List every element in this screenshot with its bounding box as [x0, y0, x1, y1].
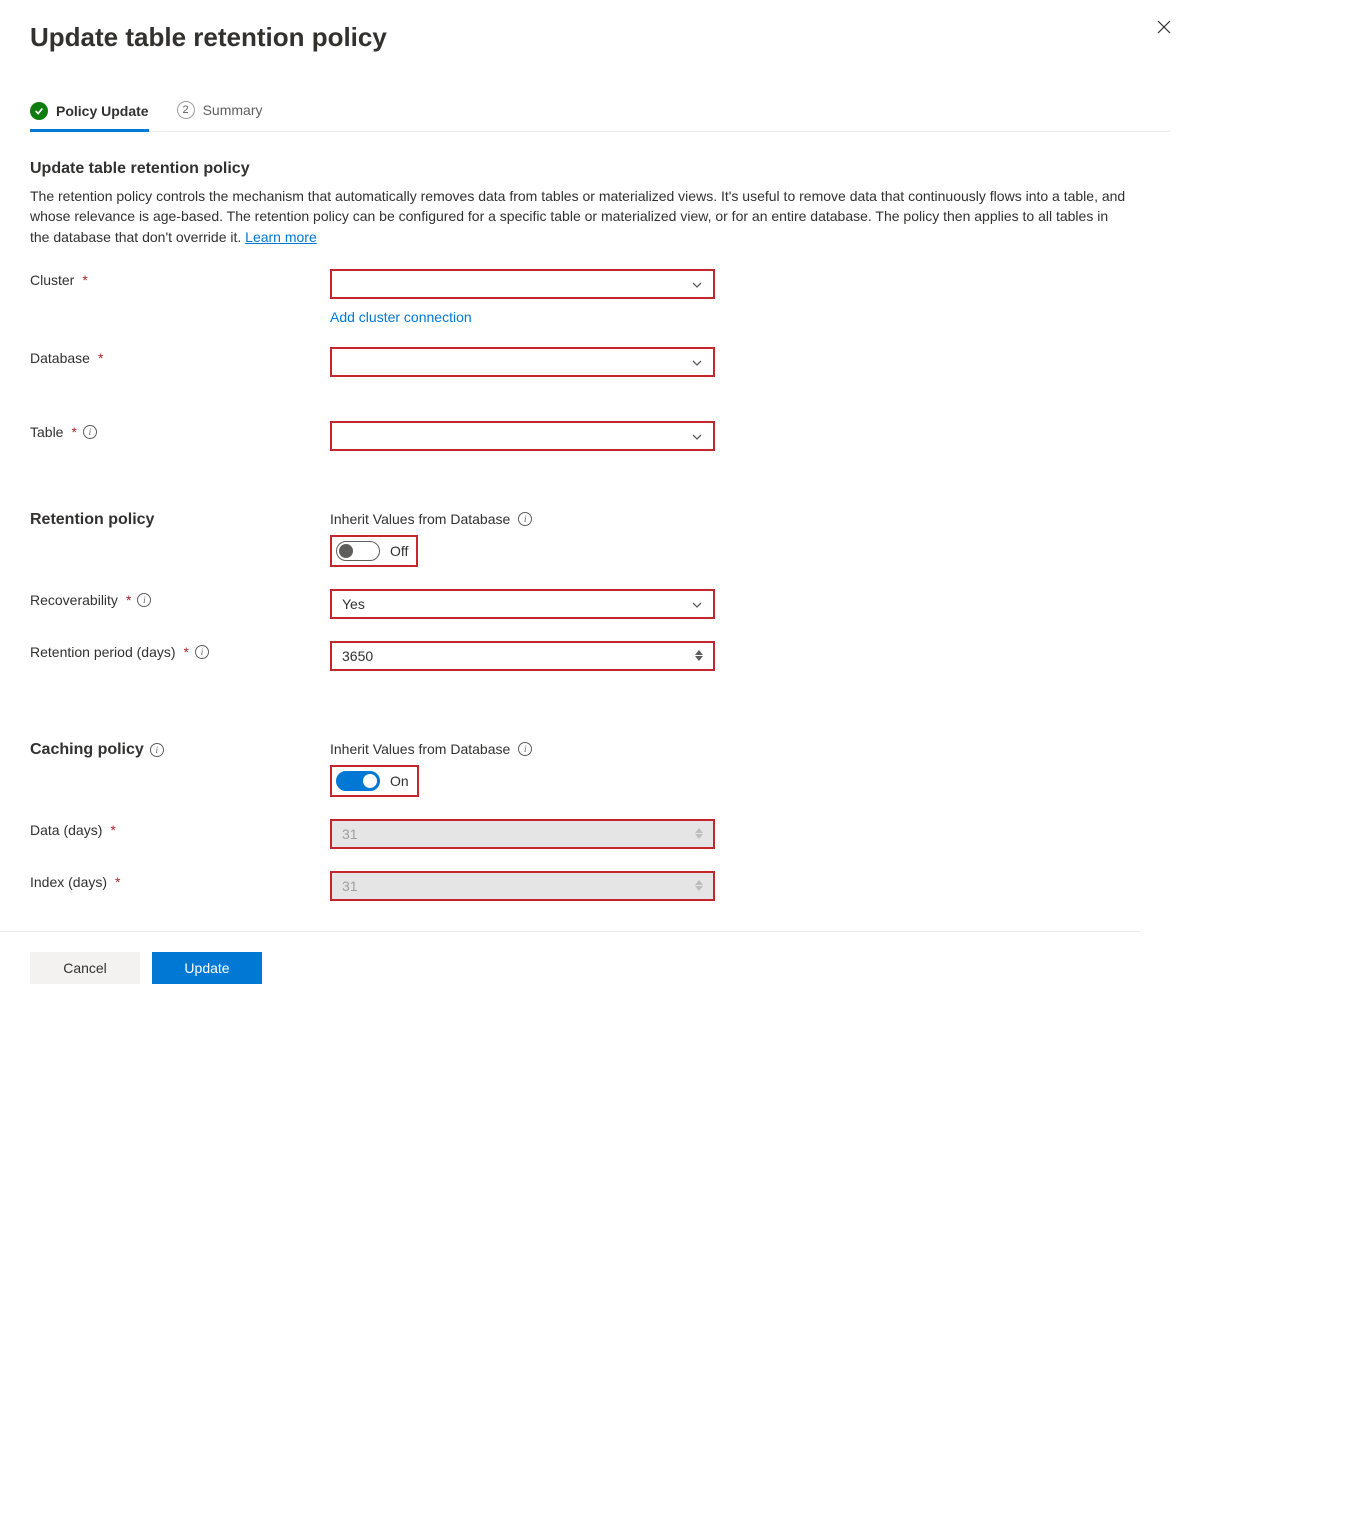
caching-inherit-toggle-wrap: On	[330, 765, 419, 797]
toggle-knob	[363, 774, 377, 788]
retention-inherit-toggle[interactable]	[336, 541, 380, 561]
cluster-dropdown[interactable]	[330, 269, 715, 299]
index-days-input: 31	[330, 871, 715, 901]
spinner-icon	[695, 880, 703, 891]
cancel-button[interactable]: Cancel	[30, 952, 140, 984]
tab-label: Summary	[203, 102, 263, 118]
close-button[interactable]	[1148, 12, 1180, 44]
intro-section: Update table retention policy The retent…	[30, 160, 1170, 247]
section-heading: Caching policy	[30, 741, 144, 759]
caching-section-label: Caching policy i	[30, 741, 330, 759]
retention-inherit-label: Inherit Values from Database i	[330, 511, 715, 527]
info-icon[interactable]: i	[150, 743, 164, 757]
chevron-down-icon	[691, 430, 703, 442]
data-days-value: 31	[342, 826, 358, 842]
intro-body: The retention policy controls the mechan…	[30, 188, 1125, 245]
table-label: Table * i	[30, 421, 330, 440]
recoverability-dropdown[interactable]: Yes	[330, 589, 715, 619]
toggle-state-text: Off	[390, 543, 408, 559]
page-title: Update table retention policy	[30, 22, 1170, 53]
label-text: Table	[30, 424, 63, 440]
label-text: Cluster	[30, 272, 74, 288]
row-table: Table * i	[30, 421, 1170, 451]
label-text: Index (days)	[30, 874, 107, 890]
required-mark: *	[184, 644, 189, 660]
wizard-tabs: Policy Update 2 Summary	[30, 101, 1170, 132]
required-mark: *	[115, 874, 120, 890]
info-icon[interactable]: i	[83, 425, 97, 439]
chevron-down-icon	[691, 598, 703, 610]
tab-label: Policy Update	[56, 103, 149, 119]
spinner-icon[interactable]	[695, 650, 703, 661]
close-icon	[1156, 19, 1172, 38]
row-retention-period: Retention period (days) * i 3650	[30, 641, 1170, 671]
cluster-label: Cluster *	[30, 269, 330, 288]
toggle-knob	[339, 544, 353, 558]
required-mark: *	[126, 592, 131, 608]
learn-more-link[interactable]: Learn more	[245, 229, 317, 245]
intro-title: Update table retention policy	[30, 160, 1170, 178]
intro-text: The retention policy controls the mechan…	[30, 186, 1130, 247]
retention-period-value: 3650	[342, 648, 373, 664]
row-data-days: Data (days) * 31	[30, 819, 1170, 849]
label-text: Database	[30, 350, 90, 366]
caching-inherit-label: Inherit Values from Database i	[330, 741, 715, 757]
info-icon[interactable]: i	[518, 512, 532, 526]
required-mark: *	[82, 272, 87, 288]
data-days-label: Data (days) *	[30, 819, 330, 838]
footer: Cancel Update	[0, 931, 1140, 1024]
index-days-value: 31	[342, 878, 358, 894]
tab-policy-update[interactable]: Policy Update	[30, 102, 149, 132]
chevron-down-icon	[691, 278, 703, 290]
database-label: Database *	[30, 347, 330, 366]
label-text: Recoverability	[30, 592, 118, 608]
retention-period-input[interactable]: 3650	[330, 641, 715, 671]
spinner-icon	[695, 828, 703, 839]
required-mark: *	[98, 350, 103, 366]
info-icon[interactable]: i	[195, 645, 209, 659]
retention-inherit-toggle-wrap: Off	[330, 535, 418, 567]
update-button[interactable]: Update	[152, 952, 262, 984]
label-text: Retention period (days)	[30, 644, 176, 660]
checkmark-icon	[30, 102, 48, 120]
row-retention-header: Retention policy Inherit Values from Dat…	[30, 511, 1170, 567]
section-heading: Retention policy	[30, 511, 154, 529]
required-mark: *	[110, 822, 115, 838]
row-index-days: Index (days) * 31	[30, 871, 1170, 901]
recoverability-label: Recoverability * i	[30, 589, 330, 608]
update-retention-panel: Update table retention policy Policy Upd…	[0, 0, 1200, 1024]
row-cluster: Cluster * Add cluster connection	[30, 269, 1170, 325]
label-text: Inherit Values from Database	[330, 511, 510, 527]
toggle-state-text: On	[390, 773, 409, 789]
row-database: Database *	[30, 347, 1170, 377]
caching-inherit-toggle[interactable]	[336, 771, 380, 791]
row-caching-header: Caching policy i Inherit Values from Dat…	[30, 741, 1170, 797]
recoverability-value: Yes	[342, 596, 365, 612]
label-text: Data (days)	[30, 822, 102, 838]
required-mark: *	[71, 424, 76, 440]
info-icon[interactable]: i	[518, 742, 532, 756]
index-days-label: Index (days) *	[30, 871, 330, 890]
info-icon[interactable]: i	[137, 593, 151, 607]
step-number-icon: 2	[177, 101, 195, 119]
retention-period-label: Retention period (days) * i	[30, 641, 330, 660]
table-dropdown[interactable]	[330, 421, 715, 451]
database-dropdown[interactable]	[330, 347, 715, 377]
label-text: Inherit Values from Database	[330, 741, 510, 757]
chevron-down-icon	[691, 356, 703, 368]
add-cluster-link[interactable]: Add cluster connection	[330, 309, 715, 325]
retention-section-label: Retention policy	[30, 511, 330, 529]
data-days-input: 31	[330, 819, 715, 849]
tab-summary[interactable]: 2 Summary	[177, 101, 263, 131]
row-recoverability: Recoverability * i Yes	[30, 589, 1170, 619]
